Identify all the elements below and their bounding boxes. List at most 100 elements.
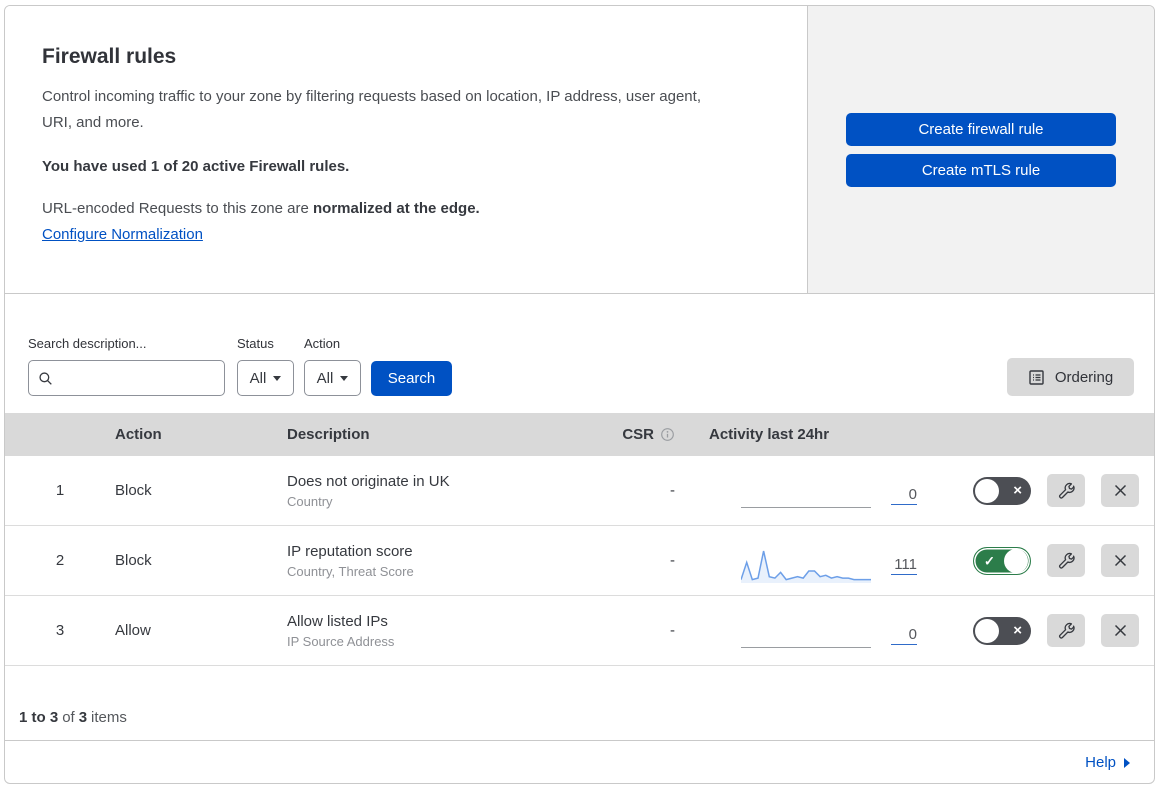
rule-action: Block: [115, 552, 152, 569]
wrench-icon: [1058, 622, 1075, 639]
activity-count-link[interactable]: 111: [891, 556, 917, 575]
toggle-off-x-icon: ×: [1013, 621, 1022, 639]
edit-rule-button[interactable]: [1047, 544, 1085, 577]
wrench-icon: [1058, 482, 1075, 499]
rule-description: Allow listed IPs: [287, 612, 388, 630]
rule-action: Allow: [115, 622, 151, 639]
search-icon: [38, 371, 53, 386]
rule-match-fields: Country, Threat Score: [287, 563, 414, 579]
rule-controls: ×: [935, 474, 1154, 507]
toggle-knob: [975, 478, 999, 503]
caret-right-icon: [1124, 757, 1130, 768]
rule-priority: 2: [55, 552, 65, 569]
create-firewall-rule-button[interactable]: Create firewall rule: [846, 112, 1116, 146]
search-button[interactable]: Search: [371, 361, 452, 396]
normalization-bold: normalized at the edge.: [313, 199, 480, 217]
rule-priority: 3: [55, 622, 65, 639]
create-mtls-rule-button[interactable]: Create mTLS rule: [846, 153, 1116, 187]
column-csr: CSR: [583, 426, 687, 443]
table-header-row: Action Description CSR Activity last 24h…: [5, 413, 1154, 456]
toggle-knob: [1004, 548, 1028, 573]
toggle-off-x-icon: ×: [1013, 481, 1022, 499]
ordering-list-icon: [1028, 369, 1045, 386]
action-label: Action: [304, 336, 341, 351]
activity-count-link[interactable]: 0: [891, 486, 917, 505]
action-group: Action All: [304, 336, 361, 396]
firewall-rule-row: 2 Block IP reputation score Country, Thr…: [5, 526, 1154, 596]
search-group: Search description...: [28, 336, 225, 396]
rule-csr-value: -: [670, 482, 675, 499]
close-icon: [1113, 483, 1128, 498]
status-select[interactable]: All: [237, 360, 294, 396]
column-action: Action: [115, 426, 162, 443]
rule-description: Does not originate in UK: [287, 472, 450, 490]
usage-text: You have used 1 of 20 active Firewall ru…: [42, 157, 350, 175]
rule-csr-value: -: [670, 622, 675, 639]
info-icon[interactable]: [660, 427, 675, 442]
column-activity: Activity last 24hr: [709, 426, 830, 443]
rule-activity-cell: 111: [687, 543, 935, 583]
page-description: Control incoming traffic to your zone by…: [42, 88, 701, 131]
activity-sparkline-flat: [741, 614, 871, 648]
rule-activity-cell: 0: [687, 614, 935, 648]
search-input-box[interactable]: [28, 360, 225, 396]
delete-rule-button[interactable]: [1101, 614, 1139, 647]
delete-rule-button[interactable]: [1101, 544, 1139, 577]
close-icon: [1113, 623, 1128, 638]
ordering-button-label: Ordering: [1054, 368, 1114, 386]
firewall-rules-panel: Firewall rules Control incoming traffic …: [4, 5, 1155, 784]
search-input[interactable]: [59, 368, 215, 388]
rule-description-cell: Does not originate in UK Country: [287, 473, 583, 509]
rule-csr-value: -: [670, 552, 675, 569]
enable-rule-toggle[interactable]: ×: [973, 476, 1031, 505]
rule-controls: ×: [935, 614, 1154, 647]
actions-panel: Create firewall rule Create mTLS rule: [808, 6, 1154, 293]
rule-action: Block: [115, 482, 152, 499]
rule-controls: ✓: [935, 544, 1154, 577]
toggle-knob: [975, 618, 999, 643]
chevron-down-icon: [273, 375, 282, 381]
pagination-summary: 1 to 3 of 3 items: [5, 666, 1154, 740]
status-label: Status: [237, 336, 274, 351]
configure-normalization-link[interactable]: Configure Normalization: [42, 226, 203, 243]
top-section: Firewall rules Control incoming traffic …: [5, 6, 1154, 294]
items-suffix: items: [91, 709, 127, 726]
rule-match-fields: IP Source Address: [287, 633, 395, 649]
status-select-value: All: [249, 369, 267, 387]
help-link[interactable]: Help: [1085, 754, 1130, 771]
search-label: Search description...: [28, 336, 147, 351]
rule-match-fields: Country: [287, 493, 333, 509]
activity-sparkline: [741, 550, 871, 583]
column-description: Description: [287, 426, 370, 443]
enable-rule-toggle[interactable]: ×: [973, 616, 1031, 645]
normalization-prefix: URL-encoded Requests to this zone are: [42, 199, 309, 217]
items-total: 3: [78, 709, 88, 726]
column-csr-label: CSR: [622, 426, 654, 443]
enable-rule-toggle[interactable]: ✓: [973, 546, 1031, 575]
wrench-icon: [1058, 552, 1075, 569]
intro-panel: Firewall rules Control incoming traffic …: [5, 6, 808, 293]
items-of: of: [62, 709, 75, 726]
status-group: Status All: [237, 336, 294, 396]
rule-priority: 1: [55, 482, 65, 499]
ordering-button[interactable]: Ordering: [1007, 358, 1134, 396]
normalization-text: URL-encoded Requests to this zone are no…: [42, 200, 767, 217]
firewall-rule-row: 3 Allow Allow listed IPs IP Source Addre…: [5, 596, 1154, 666]
delete-rule-button[interactable]: [1101, 474, 1139, 507]
help-link-label: Help: [1085, 754, 1116, 771]
activity-sparkline-flat: [741, 474, 871, 508]
edit-rule-button[interactable]: [1047, 614, 1085, 647]
toggle-on-check-icon: ✓: [984, 553, 995, 568]
page-title: Firewall rules: [42, 45, 177, 68]
activity-count-link[interactable]: 0: [891, 626, 917, 645]
rule-activity-cell: 0: [687, 474, 935, 508]
action-select-value: All: [316, 369, 334, 387]
rule-description: IP reputation score: [287, 542, 413, 560]
items-range: 1 to 3: [19, 709, 59, 726]
filter-bar: Search description... Status All Action …: [5, 294, 1154, 413]
firewall-rule-row: 1 Block Does not originate in UK Country…: [5, 456, 1154, 526]
rule-description-cell: Allow listed IPs IP Source Address: [287, 613, 583, 649]
help-bar: Help: [5, 740, 1154, 783]
action-select[interactable]: All: [304, 360, 361, 396]
edit-rule-button[interactable]: [1047, 474, 1085, 507]
